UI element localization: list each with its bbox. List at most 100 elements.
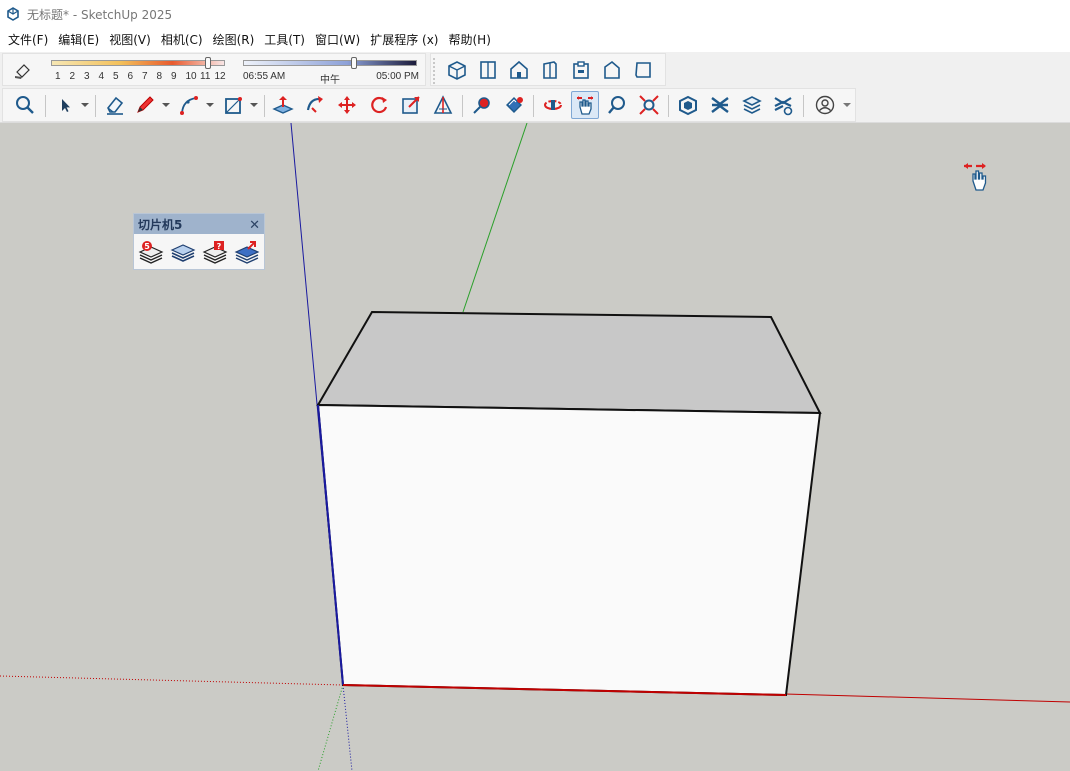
sketchup-logo-icon (6, 7, 20, 21)
green-axis (462, 123, 528, 313)
slicer-red-icon[interactable]: ? (201, 239, 229, 265)
solid-tools-icon[interactable] (769, 91, 797, 119)
top-view-icon[interactable] (474, 56, 502, 84)
toolbar-row-1: 1 2 3 4 5 6 7 8 9 10 11 12 06:55 AM 中午 05:00 PM (0, 52, 1070, 87)
menu-draw[interactable]: 绘图(R) (208, 29, 260, 51)
window-title: 无标题* - SketchUp 2025 (27, 7, 173, 22)
section-icon[interactable] (706, 91, 734, 119)
pan-icon[interactable] (571, 91, 599, 119)
shadow-toggle-icon[interactable] (9, 56, 37, 84)
chevron-down-icon[interactable] (250, 91, 258, 119)
menu-tools[interactable]: 工具(T) (259, 29, 310, 51)
toolbar-separator (462, 95, 463, 117)
bottom-view-icon[interactable] (629, 56, 657, 84)
pencil-icon[interactable] (131, 91, 159, 119)
time-mid-label: 中午 (320, 75, 340, 86)
zoom-extents-icon[interactable] (635, 91, 663, 119)
svg-text:?: ? (217, 242, 222, 251)
slicer-floating-toolbar: 切片机5 ✕ 5 ? (133, 213, 265, 270)
zoom-window-icon[interactable] (603, 91, 631, 119)
slicer-blue-icon[interactable] (233, 239, 261, 265)
front-view-icon[interactable] (505, 56, 533, 84)
red-axis-negative (0, 675, 344, 686)
paint-bucket-icon[interactable] (500, 91, 528, 119)
time-slider-thumb[interactable] (351, 57, 358, 69)
box-top-face[interactable] (316, 310, 822, 415)
toolbar-separator (533, 95, 534, 117)
scale-icon[interactable] (397, 91, 425, 119)
zoom-icon[interactable] (11, 91, 39, 119)
rectangle-icon[interactable] (219, 91, 247, 119)
toolbar-grip[interactable] (433, 58, 437, 84)
push-pull-icon[interactable] (269, 91, 297, 119)
month-tick-label: 11 (200, 71, 211, 82)
time-tick-labels: 06:55 AM 中午 05:00 PM (243, 71, 419, 86)
month-slider-thumb[interactable] (205, 57, 212, 69)
chevron-down-icon[interactable] (81, 91, 89, 119)
toolbar-separator (264, 95, 265, 117)
month-tick-label: 6 (127, 71, 134, 82)
month-tick-label: 4 (98, 71, 105, 82)
month-tick-label: 3 (84, 71, 90, 82)
menu-bar: 文件(F) 编辑(E) 视图(V) 相机(C) 绘图(R) 工具(T) 窗口(W… (0, 28, 1070, 52)
menu-camera[interactable]: 相机(C) (156, 29, 208, 51)
tape-measure-icon[interactable] (468, 91, 496, 119)
follow-me-icon[interactable] (301, 91, 329, 119)
left-view-icon[interactable] (598, 56, 626, 84)
svg-text:5: 5 (144, 242, 150, 251)
month-tick-labels: 1 2 3 4 5 6 7 8 9 10 11 12 (51, 71, 226, 83)
title-bar: 无标题* - SketchUp 2025 (0, 0, 1070, 28)
month-slider[interactable] (51, 60, 225, 66)
account-icon[interactable] (811, 91, 839, 119)
close-icon[interactable]: ✕ (249, 218, 260, 231)
chevron-down-icon[interactable] (843, 91, 851, 119)
iso-view-icon[interactable] (443, 56, 471, 84)
time-start-label: 06:55 AM (243, 71, 286, 82)
main-toolbar (2, 88, 856, 122)
toolbar-separator (803, 95, 804, 117)
slicer-stack-icon[interactable]: 5 (137, 239, 165, 265)
menu-extensions[interactable]: 扩展程序 (x) (365, 29, 443, 51)
chevron-down-icon[interactable] (162, 91, 170, 119)
month-tick-label: 9 (171, 71, 177, 82)
move-icon[interactable] (333, 91, 361, 119)
menu-view[interactable]: 视图(V) (104, 29, 156, 51)
month-tick-label: 10 (185, 71, 197, 82)
back-view-icon[interactable] (567, 56, 595, 84)
box-front-face[interactable] (316, 403, 822, 697)
toolbar-separator (45, 95, 46, 117)
views-toolbar (430, 53, 666, 86)
floating-toolbar-icons: 5 ? (134, 234, 264, 270)
floating-toolbar-title: 切片机5 (138, 217, 183, 232)
green-axis-negative (317, 684, 344, 771)
floating-toolbar-header[interactable]: 切片机5 ✕ (134, 214, 264, 234)
rotate-icon[interactable] (365, 91, 393, 119)
right-view-icon[interactable] (536, 56, 564, 84)
toolbar-separator (95, 95, 96, 117)
month-tick-label: 2 (69, 71, 76, 82)
menu-help[interactable]: 帮助(H) (443, 29, 495, 51)
component-icon[interactable] (674, 91, 702, 119)
menu-edit[interactable]: 编辑(E) (53, 29, 104, 51)
arc-icon[interactable] (175, 91, 203, 119)
slicer-layers-icon[interactable] (169, 239, 197, 265)
month-tick-label: 5 (113, 71, 119, 82)
toolbar-row-2 (0, 87, 1070, 123)
toolbar-area: 1 2 3 4 5 6 7 8 9 10 11 12 06:55 AM 中午 05:00 PM (0, 52, 1070, 123)
time-slider[interactable] (243, 60, 417, 66)
menu-file[interactable]: 文件(F) (3, 29, 53, 51)
layers-icon[interactable] (738, 91, 766, 119)
time-end-label: 05:00 PM (376, 71, 419, 82)
eraser-icon[interactable] (101, 91, 129, 119)
orbit-icon[interactable] (539, 91, 567, 119)
menu-window[interactable]: 窗口(W) (310, 29, 365, 51)
offset-icon[interactable] (429, 91, 457, 119)
blue-axis-negative (342, 684, 353, 771)
month-tick-label: 7 (142, 71, 148, 82)
select-icon[interactable] (51, 91, 79, 119)
chevron-down-icon[interactable] (206, 91, 214, 119)
shadows-toolbar: 1 2 3 4 5 6 7 8 9 10 11 12 06:55 AM 中午 05:00 PM (2, 53, 426, 86)
toolbar-separator (668, 95, 669, 117)
month-tick-label: 8 (156, 71, 163, 82)
month-tick-label: 12 (214, 71, 226, 82)
